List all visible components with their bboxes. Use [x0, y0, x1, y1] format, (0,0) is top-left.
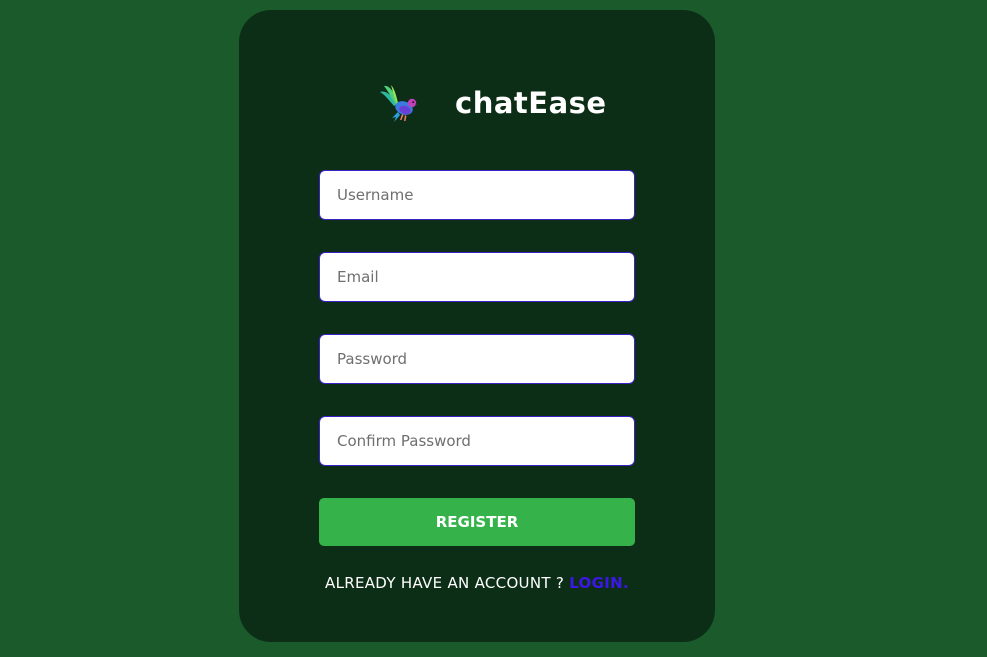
hummingbird-logo-icon: [377, 82, 421, 126]
brand-header: chatEase: [239, 82, 715, 132]
app-title: chatEase: [455, 86, 607, 120]
register-button[interactable]: REGISTER: [319, 498, 635, 546]
email-input[interactable]: [319, 252, 635, 302]
login-prompt-text: ALREADY HAVE AN ACCOUNT ?: [325, 574, 565, 592]
confirm-password-input[interactable]: [319, 416, 635, 466]
login-link[interactable]: LOGIN.: [569, 574, 629, 592]
password-input[interactable]: [319, 334, 635, 384]
username-input[interactable]: [319, 170, 635, 220]
register-card: chatEase REGISTER ALREADY HAVE AN ACCOUN…: [239, 10, 715, 642]
login-prompt: ALREADY HAVE AN ACCOUNT ? LOGIN.: [319, 574, 635, 592]
